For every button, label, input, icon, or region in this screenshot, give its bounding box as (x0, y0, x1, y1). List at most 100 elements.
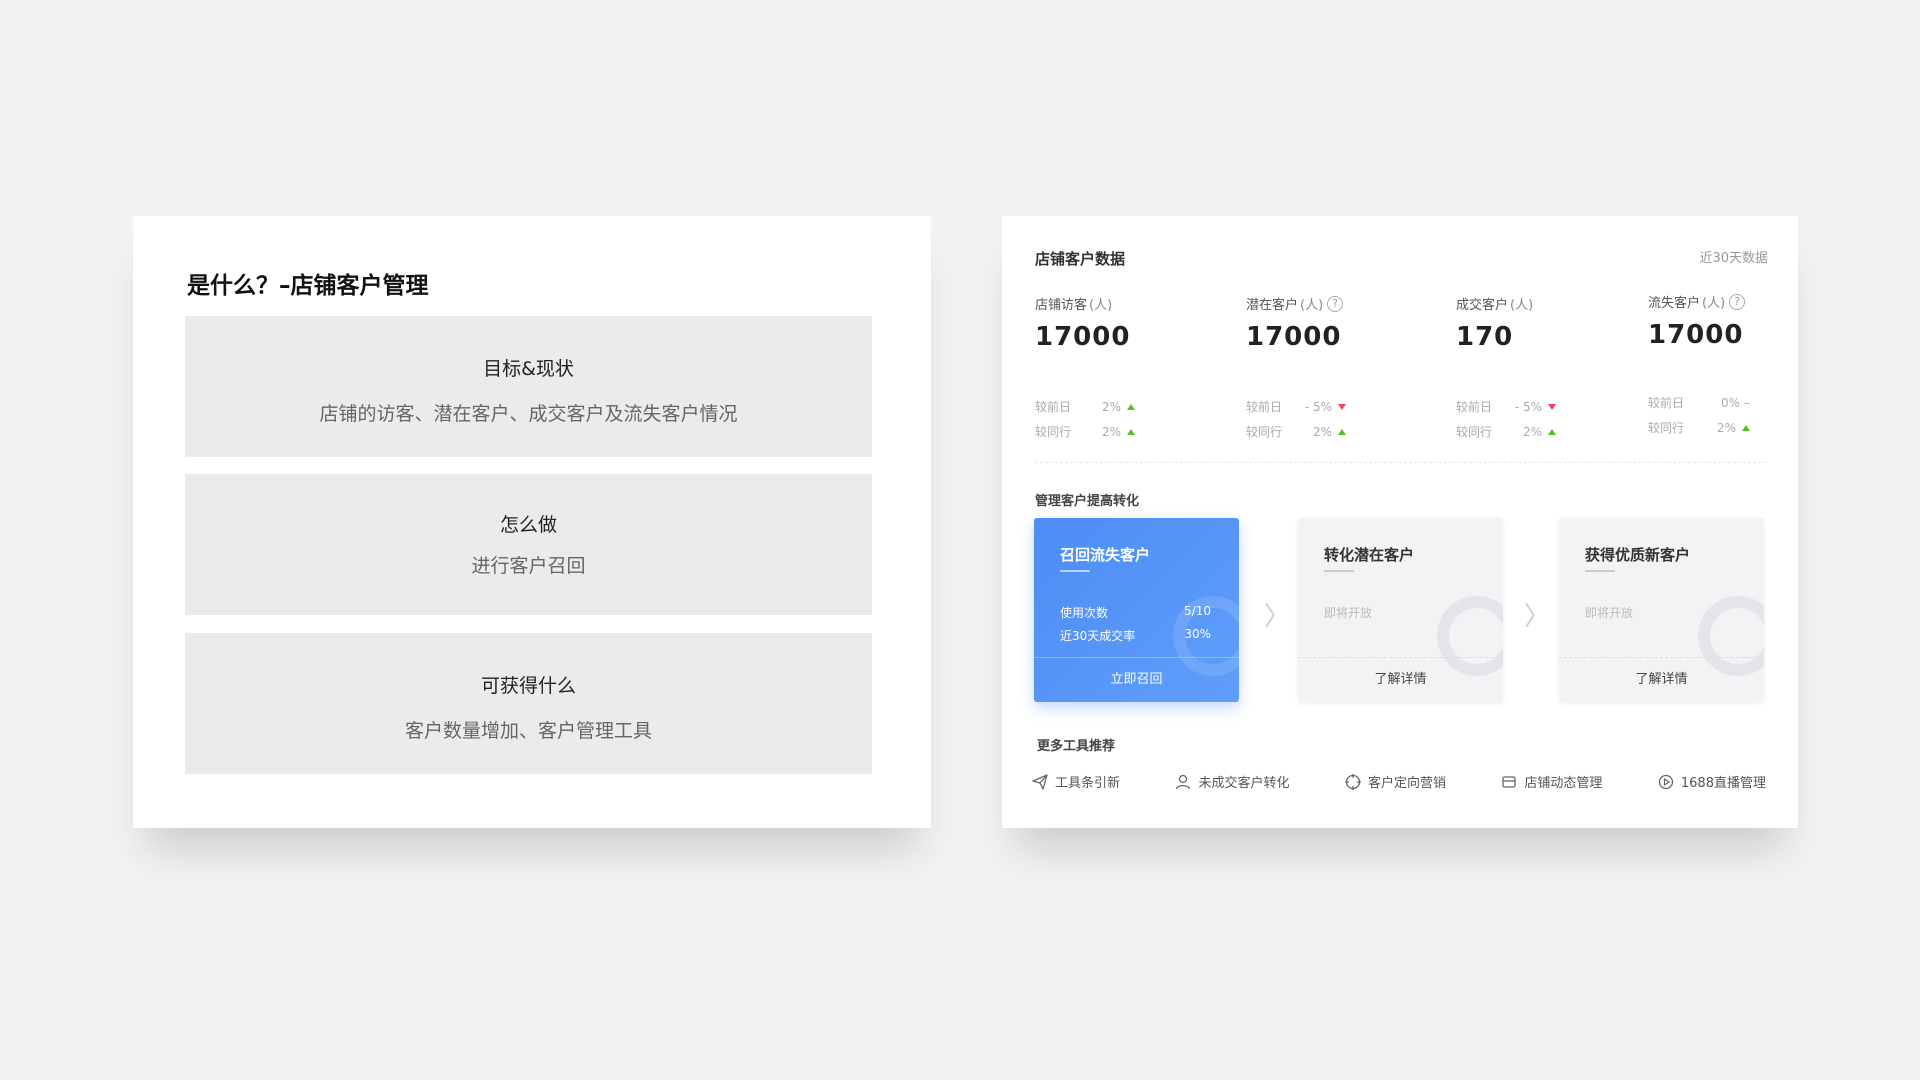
coming-soon-label: 即将开放 (1585, 606, 1634, 620)
stat-lost: 流失客户 (人)? 17000 较前日 0% – 较同行 2% (1648, 292, 1848, 435)
coming-soon-label: 即将开放 (1324, 606, 1373, 620)
trend-up-icon (1548, 428, 1556, 435)
usage-row: 使用次数 5/10 (1060, 604, 1211, 621)
trend-up-icon (1127, 403, 1135, 410)
stat-unit: (人) (1300, 298, 1324, 313)
intro-card: 是什么？–店铺客户管理 目标&现状 店铺的访客、潜在客户、成交客户及流失客户情况… (133, 216, 931, 828)
details-button[interactable]: 了解详情 (1298, 657, 1503, 702)
stat-unit: (人) (1702, 296, 1726, 311)
compare-day-label: 较前日 (1035, 400, 1072, 414)
stat-deals: 成交客户 (人) 170 较前日 - 5% 较同行 2% (1456, 294, 1656, 439)
details-button[interactable]: 了解详情 (1559, 657, 1764, 702)
trend-up-icon (1742, 424, 1750, 431)
send-icon (1032, 773, 1048, 790)
compare-day-label: 较前日 (1648, 396, 1685, 410)
tool-link-convert[interactable]: 未成交客户转化 (1175, 772, 1289, 791)
tool-link-invite[interactable]: 工具条引新 (1032, 772, 1120, 791)
section-divider (1035, 462, 1766, 463)
tool-link-marketing[interactable]: 客户定向营销 (1344, 772, 1446, 791)
tool-link-label: 工具条引新 (1055, 776, 1121, 791)
stat-label: 潜在客户 (1246, 298, 1299, 313)
tool-card-name: 获得优质新客户 (1585, 546, 1691, 564)
compare-peer-label: 较同行 (1246, 425, 1283, 439)
stat-compare: 较前日 0% – 较同行 2% (1648, 390, 1750, 440)
rate-row: 近30天成交率 30% (1060, 627, 1211, 644)
howto-desc: 进行客户召回 (471, 555, 586, 577)
tool-link-label: 客户定向营销 (1367, 776, 1446, 791)
compare-peer-label: 较同行 (1035, 425, 1072, 439)
trend-up-icon (1338, 428, 1346, 435)
tool-link-label: 1688直播管理 (1680, 776, 1766, 791)
user-icon (1175, 774, 1191, 790)
trend-down-icon (1548, 403, 1556, 410)
tool-card-name: 转化潜在客户 (1324, 546, 1415, 564)
section-convert-title: 管理客户提高转化 (1035, 494, 1140, 509)
tool-card-recall[interactable]: 召回流失客户 使用次数 5/10 近30天成交率 30% 立即召回 (1034, 518, 1239, 702)
section-tools-title: 更多工具推荐 (1037, 739, 1116, 754)
tool-card-potential[interactable]: 转化潜在客户 即将开放 了解详情 (1298, 518, 1503, 702)
goal-box: 目标&现状 店铺的访客、潜在客户、成交客户及流失客户情况 (185, 316, 872, 457)
compare-peer-value: 2% (1101, 424, 1121, 439)
trend-flat-icon: – (1744, 395, 1750, 410)
help-icon[interactable]: ? (1729, 293, 1746, 310)
stat-value: 17000 (1246, 322, 1342, 352)
date-range-label: 近30天数据 (1699, 251, 1768, 266)
store-icon (1501, 774, 1517, 790)
stat-unit: (人) (1510, 298, 1534, 313)
intro-title: 是什么？–店铺客户管理 (187, 273, 429, 299)
benefit-desc: 客户数量增加、客户管理工具 (404, 720, 652, 742)
help-icon[interactable]: ? (1327, 295, 1344, 312)
stat-unit: (人) (1089, 298, 1113, 313)
rate-value: 30% (1184, 627, 1211, 641)
compare-peer-value: 2% (1716, 420, 1736, 435)
compare-peer-label: 较同行 (1648, 421, 1685, 435)
tool-card-name: 召回流失客户 (1060, 546, 1151, 564)
compare-day-value: 2% (1101, 399, 1121, 414)
trend-down-icon (1338, 403, 1346, 410)
stat-label: 流失客户 (1648, 296, 1701, 311)
stat-compare: 较前日 - 5% 较同行 2% (1456, 394, 1556, 444)
tool-links: 工具条引新 未成交客户转化 客户定向营销 店铺动态管理 1688直播管理 (1032, 772, 1766, 791)
howto-heading: 怎么做 (499, 514, 557, 536)
tool-card-newcustomer[interactable]: 获得优质新客户 即将开放 了解详情 (1559, 518, 1764, 702)
recall-button[interactable]: 立即召回 (1034, 657, 1239, 702)
stat-compare: 较前日 - 5% 较同行 2% (1246, 394, 1346, 444)
stat-label: 成交客户 (1456, 298, 1509, 313)
rate-label: 近30天成交率 (1060, 629, 1136, 643)
compare-day-label: 较前日 (1246, 400, 1283, 414)
usage-value: 5/10 (1184, 604, 1211, 618)
title-underline (1060, 570, 1090, 572)
compare-day-value: - 5% (1304, 399, 1332, 414)
compare-day-value: - 5% (1514, 399, 1542, 414)
target-icon (1344, 773, 1361, 790)
benefit-heading: 可获得什么 (480, 675, 576, 697)
tool-link-label: 未成交客户转化 (1198, 776, 1290, 791)
compare-peer-value: 2% (1522, 424, 1542, 439)
stat-label: 店铺访客 (1035, 298, 1088, 313)
goal-heading: 目标&现状 (483, 358, 574, 380)
howto-box: 怎么做 进行客户召回 (185, 474, 872, 615)
stat-potential: 潜在客户 (人)? 17000 较前日 - 5% 较同行 2% (1246, 294, 1446, 439)
compare-day-label: 较前日 (1456, 400, 1493, 414)
compare-peer-label: 较同行 (1456, 425, 1493, 439)
stat-visitors: 店铺访客 (人) 17000 较前日 2% 较同行 2% (1035, 294, 1235, 439)
compare-peer-value: 2% (1312, 424, 1332, 439)
play-icon (1658, 774, 1674, 790)
dashboard-title: 店铺客户数据 (1035, 250, 1126, 268)
chevron-right-icon: 〉 (1264, 602, 1291, 632)
tool-link-live[interactable]: 1688直播管理 (1658, 772, 1766, 791)
stat-compare: 较前日 2% 较同行 2% (1035, 394, 1135, 444)
tool-link-store[interactable]: 店铺动态管理 (1501, 772, 1602, 791)
chevron-right-icon: 〉 (1524, 602, 1551, 632)
title-underline (1585, 570, 1615, 572)
dashboard-card: 店铺客户数据 近30天数据 店铺访客 (人) 17000 较前日 2% 较同行 2% … (1002, 216, 1798, 828)
benefit-box: 可获得什么 客户数量增加、客户管理工具 (185, 633, 872, 774)
stat-value: 170 (1456, 322, 1514, 352)
stat-value: 17000 (1648, 320, 1744, 350)
stat-value: 17000 (1035, 322, 1131, 352)
tool-link-label: 店铺动态管理 (1524, 776, 1603, 791)
goal-desc: 店铺的访客、潜在客户、成交客户及流失客户情况 (319, 403, 738, 425)
title-underline (1324, 570, 1354, 572)
usage-label: 使用次数 (1060, 606, 1109, 620)
trend-up-icon (1127, 428, 1135, 435)
